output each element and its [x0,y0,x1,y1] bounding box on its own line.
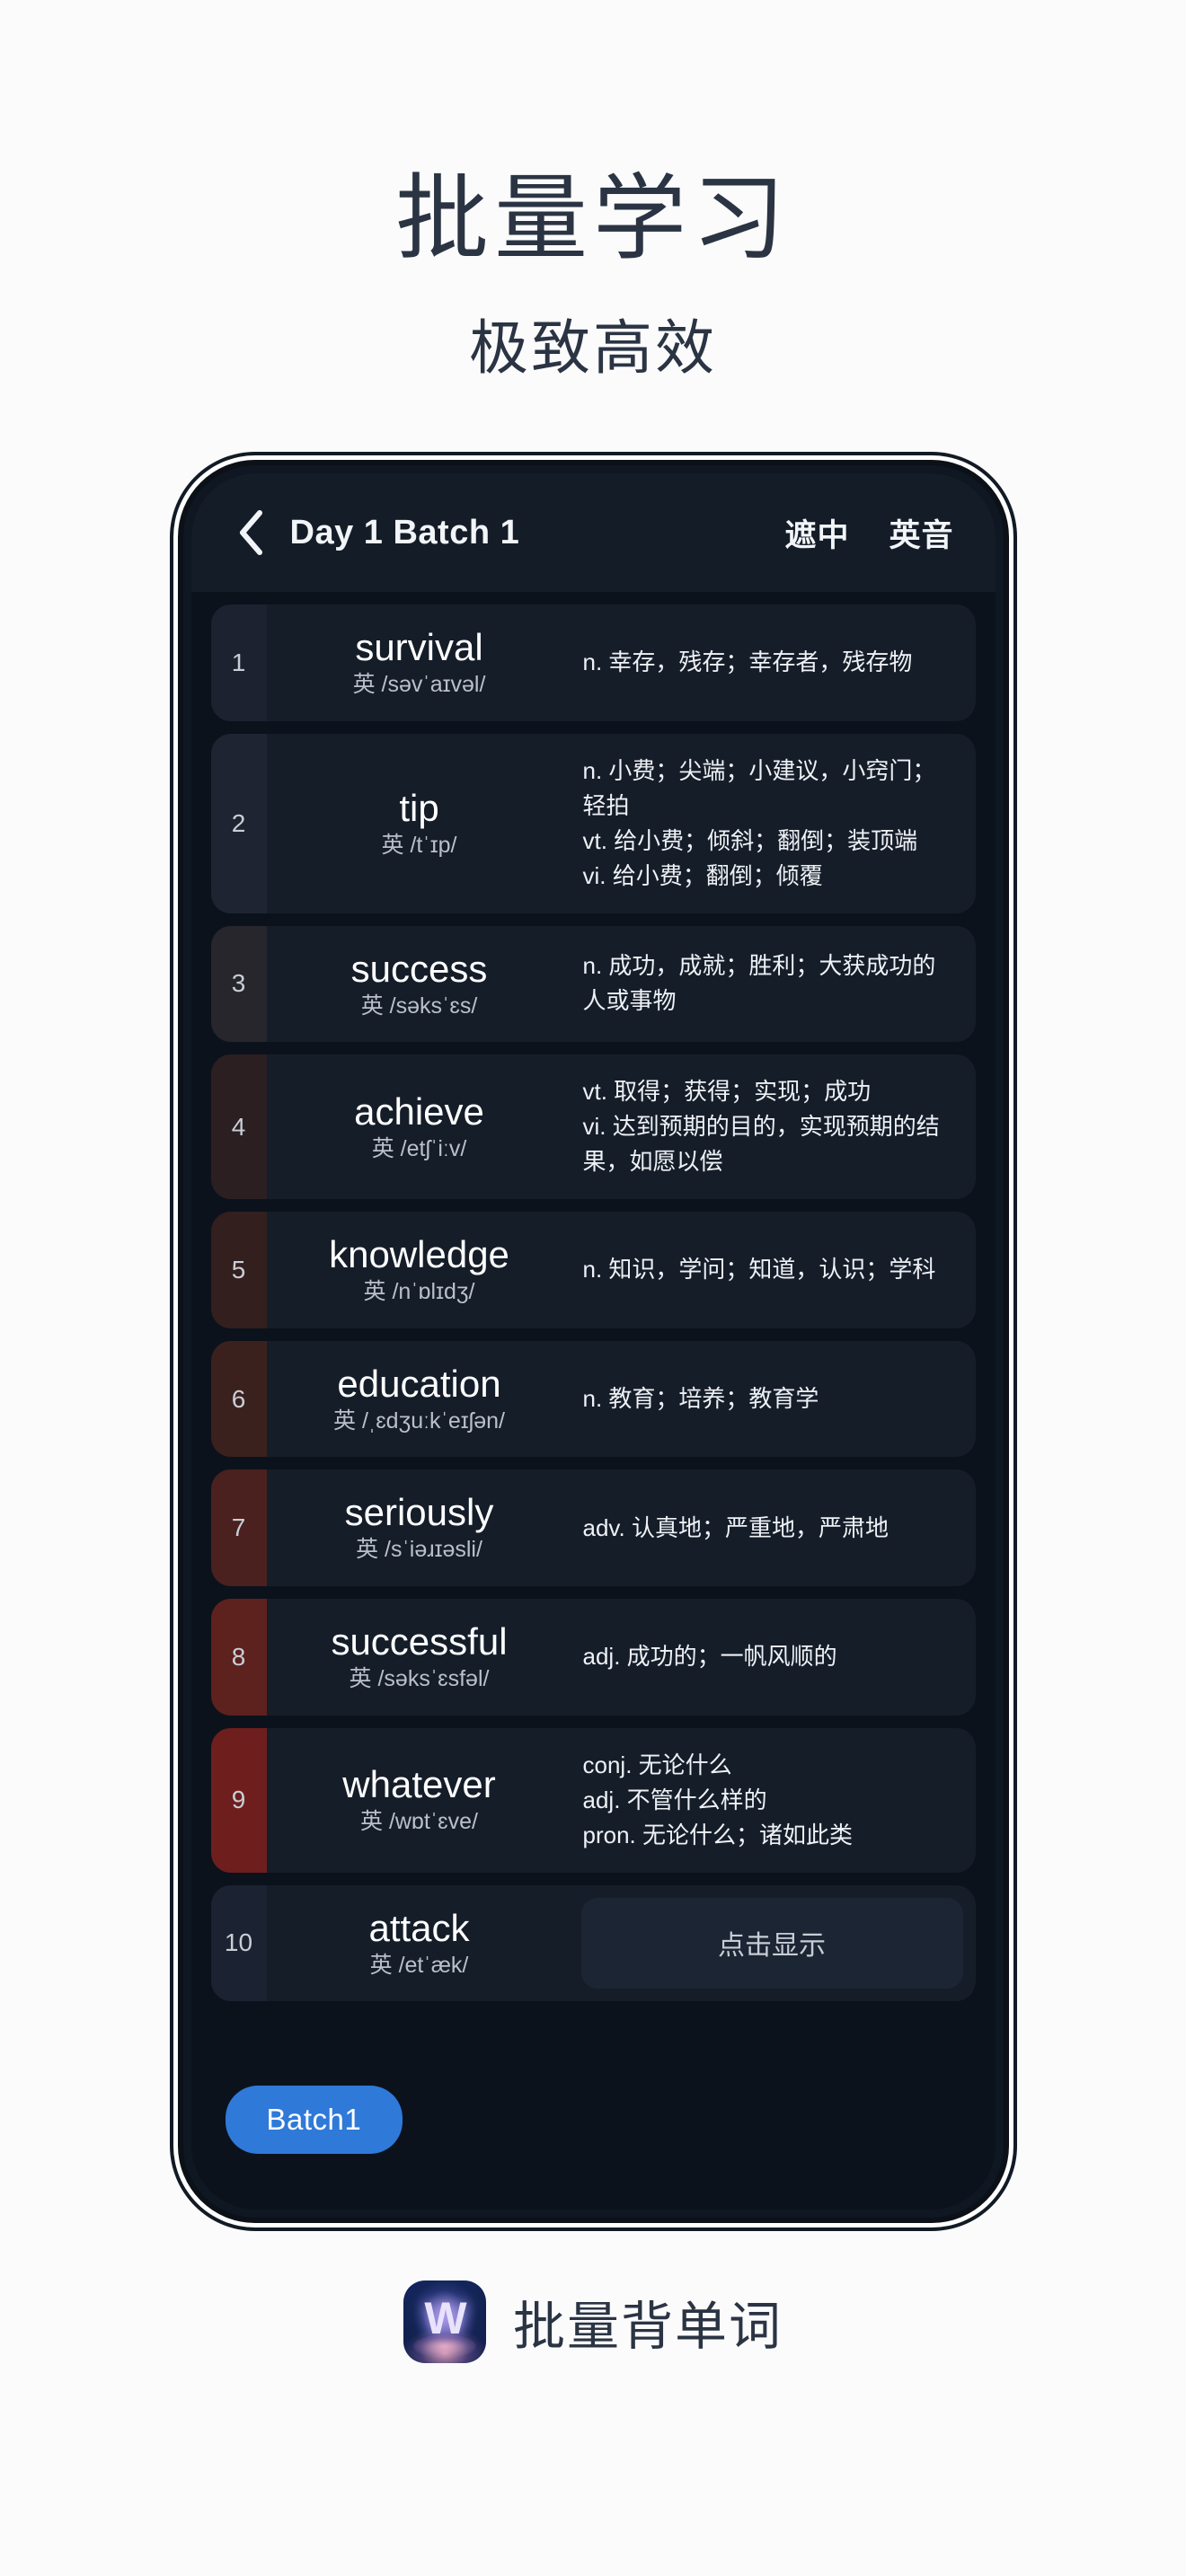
word-index: 1 [210,604,267,721]
word-index: 3 [210,925,267,1043]
word-row[interactable]: 3 success 英 /səksˈɛs/n. 成功，成就；胜利；大获成功的 人或事… [210,925,976,1043]
word-phonetic: 英 /sˈiəɹɪəsli/ [356,1537,482,1563]
word-term: education [337,1362,501,1405]
brand-footer: W 批量背单词 [403,2280,783,2363]
batch-selector-button[interactable]: Batch1 [225,2086,403,2154]
word-definition: n. 教育；培养；教育学 [582,1385,819,1413]
word-definition: n. 知识，学问；知道，认识；学科 [582,1256,936,1284]
word-index: 10 [210,1884,267,2002]
word-row[interactable]: 8 successful 英 /səksˈɛsfəl/adj. 成功的；一帆风顺的 [210,1598,976,1716]
word-index: 6 [210,1340,267,1458]
word-term: seriously [344,1491,494,1534]
word-definition: vt. 取得；获得；实现；成功 vi. 达到预期的目的，实现预期的结 果，如愿以… [582,1078,940,1176]
word-term-block[interactable]: success 英 /səksˈɛs/ [267,926,572,1043]
word-row[interactable]: 7 seriously 英 /sˈiəɹɪəsli/adv. 认真地；严重地，严肃地 [210,1469,976,1586]
mask-chinese-toggle[interactable]: 遮中 [784,510,849,556]
word-term: achieve [354,1090,484,1133]
word-list[interactable]: 1 survival 英 /səvˈaɪvəl/n. 幸存，残存；幸存者，残存物 2 t… [191,592,996,2059]
word-term: whatever [342,1763,496,1806]
word-term-block[interactable]: attack 英 /etˈæk/ [267,1885,572,2002]
word-definition: n. 幸存，残存；幸存者，残存物 [582,648,913,676]
word-term-block[interactable]: knowledge 英 /nˈɒlɪdʒ/ [267,1212,572,1328]
word-definition: adv. 认真地；严重地，严肃地 [582,1513,889,1541]
word-phonetic: 英 /səksˈɛs/ [360,992,478,1019]
word-term: knowledge [329,1233,509,1276]
word-term-block[interactable]: survival 英 /səvˈaɪvəl/ [267,604,572,721]
phone-frame: Day 1 Batch 1 遮中 英音 1 survival 英 /səvˈaɪvə… [182,465,1004,2218]
word-phonetic: 英 /tˈɪp/ [381,832,457,858]
word-term-block[interactable]: successful 英 /səksˈɛsfəl/ [267,1599,572,1716]
reveal-definition-button[interactable]: 点击显示 [580,1897,963,1989]
word-term-block[interactable]: whatever 英 /wɒtˈɛve/ [267,1728,572,1873]
word-term: success [350,947,488,990]
phone-mockup: Day 1 Batch 1 遮中 英音 1 survival 英 /səvˈaɪvə… [177,460,1009,2223]
phone-screen: Day 1 Batch 1 遮中 英音 1 survival 英 /səvˈaɪvə… [190,473,996,2210]
word-index: 5 [210,1212,267,1328]
word-phonetic: 英 /səvˈaɪvəl/ [352,672,486,698]
brand-name: 批量背单词 [512,2298,783,2356]
word-index: 9 [210,1727,267,1873]
word-term-block[interactable]: achieve 英 /etʃˈiːv/ [267,1054,572,1199]
bottom-toolbar: Batch1 [190,2059,996,2210]
word-term: tip [399,786,439,829]
word-index: 7 [210,1469,267,1586]
app-title: Day 1 Batch 1 [289,513,520,551]
word-definition: n. 小费；尖端；小建议，小窍门； 轻拍 vt. 给小费；倾斜；翻倒；装顶端 v… [582,756,936,889]
word-term: successful [331,1619,508,1663]
word-phonetic: 英 /ˌɛdʒuːkˈeɪʃən/ [333,1407,505,1434]
promo-page: 批量学习 极致高效 Day 1 Batch 1 遮中 英音 1 survival… [0,0,1186,2576]
word-definition: adj. 成功的；一帆风顺的 [582,1643,837,1671]
word-term-block[interactable]: tip 英 /tˈɪp/ [267,734,572,913]
word-phonetic: 英 /etˈæk/ [369,1952,469,1978]
app-header: Day 1 Batch 1 遮中 英音 [190,473,996,592]
logo-glow [413,2334,476,2358]
word-row[interactable]: 2 tip 英 /tˈɪp/n. 小费；尖端；小建议，小窍门； 轻拍 vt. 给小费… [210,733,976,913]
word-term: survival [355,626,483,668]
back-button[interactable] [226,507,276,558]
word-row[interactable]: 5 knowledge 英 /nˈɒlɪdʒ/n. 知识，学问；知道，认识；学科 [210,1212,976,1328]
accent-toggle[interactable]: 英音 [889,510,953,556]
word-term: attack [368,1906,470,1949]
word-term-block[interactable]: education 英 /ˌɛdʒuːkˈeɪʃən/ [267,1341,572,1458]
word-index: 8 [210,1598,267,1716]
app-logo-w-icon: W [403,2280,486,2363]
word-row[interactable]: 4 achieve 英 /etʃˈiːv/vt. 取得；获得；实现；成功 vi. 达… [210,1054,976,1200]
word-index: 2 [210,733,267,913]
word-row[interactable]: 10 attack 英 /etˈæk/点击显示 [210,1884,976,2002]
promo-subheadline: 极致高效 [469,314,717,381]
word-row[interactable]: 9 whatever 英 /wɒtˈɛve/conj. 无论什么 adj. 不管什么… [210,1727,976,1873]
word-phonetic: 英 /səksˈɛsfəl/ [349,1666,490,1692]
word-index: 4 [210,1054,267,1200]
word-phonetic: 英 /nˈɒlɪdʒ/ [363,1279,475,1305]
word-phonetic: 英 /wɒtˈɛve/ [360,1809,478,1835]
word-definition: n. 成功，成就；胜利；大获成功的 人或事物 [582,952,936,1015]
word-row[interactable]: 1 survival 英 /səvˈaɪvəl/n. 幸存，残存；幸存者，残存物 [210,604,976,721]
word-phonetic: 英 /etʃˈiːv/ [371,1135,467,1161]
word-row[interactable]: 6 education 英 /ˌɛdʒuːkˈeɪʃən/n. 教育；培养；教育学 [210,1340,976,1458]
word-definition: conj. 无论什么 adj. 不管什么样的 pron. 无论什么；诸如此类 [582,1751,854,1848]
word-term-block[interactable]: seriously 英 /sˈiəɹɪəsli/ [267,1469,572,1586]
chevron-left-icon [235,509,266,556]
promo-headline: 批量学习 [394,167,791,271]
